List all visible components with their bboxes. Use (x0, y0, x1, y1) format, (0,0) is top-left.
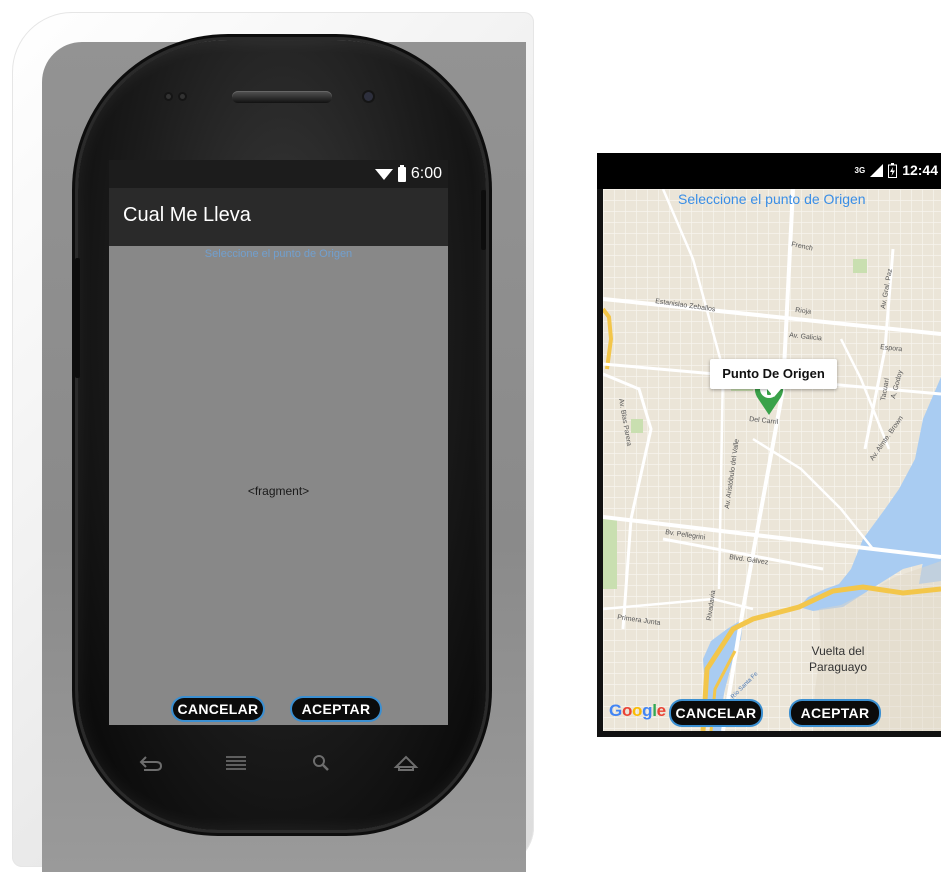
home-icon[interactable] (388, 748, 424, 778)
status-bar: 6:00 (109, 160, 448, 188)
map-canvas: French Estanislao Zeballos Rioja Av. Gal… (603, 189, 941, 731)
google-logo: Google (609, 701, 666, 720)
power-button (481, 190, 486, 250)
map-view[interactable]: French Estanislao Zeballos Rioja Av. Gal… (603, 189, 941, 731)
light-sensor (180, 94, 185, 99)
vuelta-line-1: Vuelta del (811, 644, 865, 658)
accept-button[interactable]: ACEPTAR (292, 698, 380, 720)
device-cancel-button[interactable]: CANCELAR (671, 701, 761, 725)
battery-icon (397, 164, 406, 182)
origin-hint-text: Seleccione el punto de Origen (204, 248, 353, 260)
proximity-sensor (166, 94, 171, 99)
navigation-bar (109, 728, 448, 798)
signal-icon (870, 163, 884, 177)
device-status-time: 12:44 (902, 162, 938, 178)
map-label-vuelta-del-paraguayo: Vuelta del Paraguayo (809, 643, 867, 675)
back-icon[interactable] (133, 748, 169, 778)
battery-charging-icon (888, 162, 898, 178)
device-accept-button[interactable]: ACEPTAR (791, 701, 879, 725)
search-icon[interactable] (303, 748, 339, 778)
network-type: 3G (854, 165, 866, 175)
menu-icon[interactable] (218, 748, 254, 778)
marker-info-window[interactable]: Punto De Origen (710, 359, 837, 397)
wifi-icon (374, 168, 393, 180)
device-screenshot: 3G 12:44 French Estanislao Zeballos Rioj… (597, 153, 941, 737)
preview-screen: 6:00 Cual Me Lleva Seleccione el punto d… (109, 160, 448, 725)
front-camera-icon (364, 92, 373, 101)
earpiece-speaker (232, 91, 332, 103)
volume-button (75, 258, 80, 378)
origin-prompt: Seleccione el punto de Origen (678, 191, 866, 207)
device-status-bar: 3G 12:44 (597, 153, 941, 189)
status-time: 6:00 (410, 165, 442, 182)
map-fragment-placeholder: <fragment> (247, 484, 310, 498)
action-bar: Cual Me Lleva (109, 188, 448, 246)
vuelta-line-2: Paraguayo (809, 660, 868, 674)
app-title: Cual Me Lleva (123, 204, 251, 226)
cancel-button[interactable]: CANCELAR (173, 698, 263, 720)
